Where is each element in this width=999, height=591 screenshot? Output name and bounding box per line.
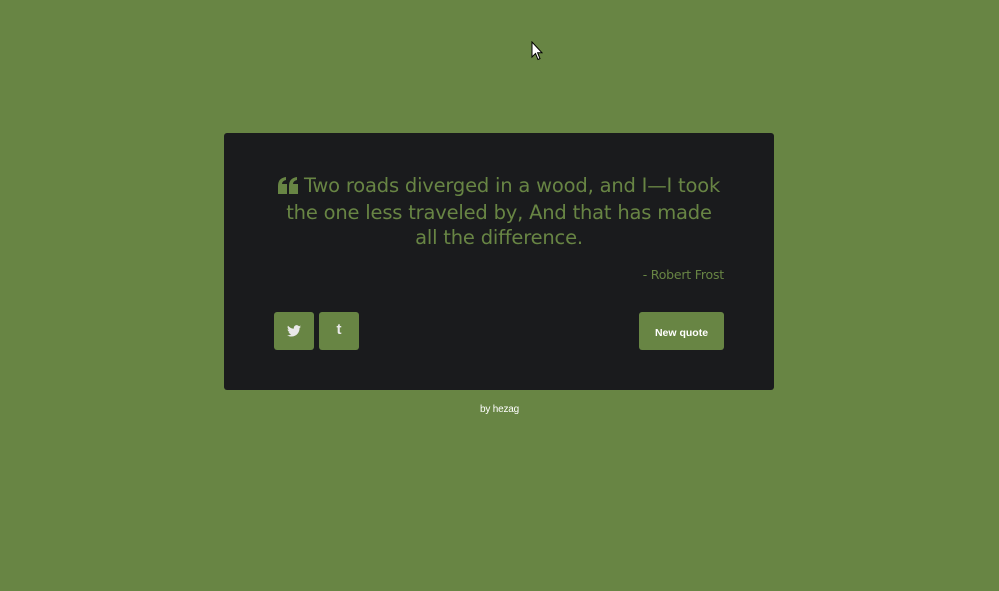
tumblr-icon: t	[336, 320, 342, 338]
mouse-cursor-icon	[531, 41, 543, 61]
page: Two roads diverged in a wood, and I—I to…	[0, 0, 999, 591]
quote-text: Two roads diverged in a wood, and I—I to…	[286, 174, 721, 249]
tweet-quote-button[interactable]	[274, 312, 314, 350]
quote-text-block: Two roads diverged in a wood, and I—I to…	[274, 173, 724, 250]
footer-credit: by hezag	[480, 404, 519, 415]
quote-mark-icon	[277, 175, 299, 200]
quote-author: - Robert Frost	[642, 267, 725, 282]
quote-card: Two roads diverged in a wood, and I—I to…	[224, 133, 774, 390]
new-quote-button[interactable]: New quote	[639, 312, 724, 350]
tumblr-quote-button[interactable]: t	[319, 312, 359, 350]
twitter-icon	[287, 325, 301, 337]
